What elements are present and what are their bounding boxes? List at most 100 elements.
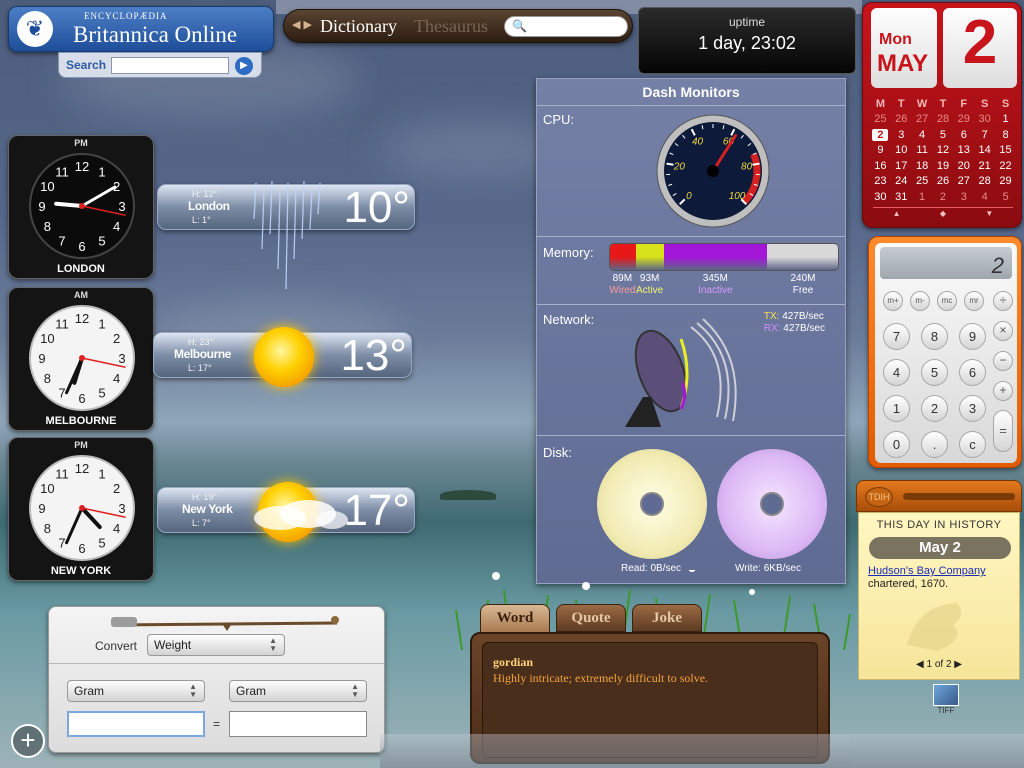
from-value-input[interactable] [67, 711, 205, 737]
calc-key-5[interactable]: 5 [921, 359, 948, 386]
history-pagination: ◀ 1 of 2 ▶ [859, 659, 1019, 670]
calc-key-mc[interactable]: mc [937, 291, 957, 311]
tab-thesaurus[interactable]: Thesaurus [414, 16, 488, 37]
divider [537, 435, 845, 436]
calendar-day-cell[interactable]: 17 [891, 158, 912, 174]
calendar-grid: MTWTFSS 25 26 27 28 29 30 1 2 3 4 5 6 7 8 9 10 11 12 13 14 1… [870, 96, 1016, 205]
calendar-prev-icon[interactable]: ▲ [893, 209, 901, 219]
calc-key-3[interactable]: 3 [959, 395, 986, 422]
calc-key-4[interactable]: 4 [883, 359, 910, 386]
calendar-day-cell[interactable]: 28 [974, 174, 995, 190]
calc-key-divide[interactable]: ÷ [993, 291, 1013, 311]
calendar-day-cell[interactable]: 22 [995, 158, 1016, 174]
calendar-day-cell[interactable]: 13 [953, 143, 974, 159]
calendar-day-cell[interactable]: 1 [995, 112, 1016, 128]
clock-numeral: 5 [98, 386, 105, 401]
calendar-day-cell[interactable]: 2 [870, 127, 891, 143]
calc-key-subtract[interactable]: − [993, 351, 1013, 371]
calendar-day-cell[interactable]: 7 [974, 127, 995, 143]
calc-key-dot[interactable]: . [921, 431, 948, 458]
tab-dictionary[interactable]: Dictionary [320, 16, 397, 37]
calendar-day-cell[interactable]: 2 [933, 189, 954, 205]
calendar-day-cell[interactable]: 30 [870, 189, 891, 205]
calc-key-multiply[interactable]: × [993, 321, 1013, 341]
add-widget-button[interactable]: + [11, 724, 45, 758]
calendar-day-cell[interactable]: 3 [953, 189, 974, 205]
calendar-day-cell[interactable]: 11 [912, 143, 933, 159]
calendar-today-icon[interactable]: ◆ [940, 209, 946, 219]
calendar-day-cell[interactable]: 23 [870, 174, 891, 190]
category-select[interactable]: Weight ▲ ▼ [147, 634, 285, 656]
calendar-day-cell[interactable]: 16 [870, 158, 891, 174]
history-prev-icon[interactable]: ◀ [916, 659, 924, 670]
weather-high: H: 19° [192, 492, 218, 502]
calendar-day-cell[interactable]: 25 [912, 174, 933, 190]
calc-key-clear[interactable]: c [959, 431, 986, 458]
calendar-day-cell[interactable]: 25 [870, 112, 891, 128]
calendar-day-cell[interactable]: 15 [995, 143, 1016, 159]
calc-key-8[interactable]: 8 [921, 323, 948, 350]
calendar-day-cell[interactable]: 29 [953, 112, 974, 128]
calc-key-0[interactable]: 0 [883, 431, 910, 458]
calendar-widget[interactable]: Mon MAY 2 MTWTFSS 25 26 27 28 29 30 1 2 3 4 5 6 7 8 9 1… [862, 2, 1022, 228]
cpu-gauge-tick-label: 40 [692, 137, 704, 148]
from-unit-select[interactable]: Gram ▲ ▼ [67, 680, 205, 702]
calendar-day-cell[interactable]: 19 [933, 158, 954, 174]
britannica-widget[interactable]: ❦ ENCYCLOPÆDIA Britannica Online [8, 6, 274, 52]
dictionary-search-input[interactable]: 🔍 [504, 16, 628, 37]
calendar-day-cell[interactable]: 27 [953, 174, 974, 190]
dash-title: Dash Monitors [642, 84, 740, 100]
calendar-day-cell[interactable]: 30 [974, 112, 995, 128]
tab-word[interactable]: Word [480, 604, 550, 634]
weather-widget-melbourne[interactable]: H: 23° Melbourne L: 17° 13° [153, 327, 412, 387]
calc-key-mr[interactable]: mr [964, 291, 984, 311]
calendar-day-cell[interactable]: 8 [995, 127, 1016, 143]
tab-joke[interactable]: Joke [632, 604, 702, 632]
weather-widget-london[interactable]: H: 12° London L: 1° 10° [157, 180, 415, 290]
britannica-search-input[interactable] [111, 57, 229, 74]
calc-key-mminus[interactable]: m- [910, 291, 930, 311]
disk-write-icon [717, 449, 827, 559]
go-arrow-icon[interactable]: ▶ [235, 57, 253, 75]
calendar-day-cell[interactable]: 20 [953, 158, 974, 174]
history-next-icon[interactable]: ▶ [954, 659, 962, 670]
calendar-day-cell[interactable]: 14 [974, 143, 995, 159]
calc-key-add[interactable]: + [993, 381, 1013, 401]
calendar-day-cell[interactable]: 4 [974, 189, 995, 205]
calendar-day-cell[interactable]: 26 [891, 112, 912, 128]
calendar-day-cell[interactable]: 18 [912, 158, 933, 174]
calendar-next-icon[interactable]: ▼ [985, 209, 993, 219]
calendar-day-cell[interactable]: 1 [912, 189, 933, 205]
calc-key-1[interactable]: 1 [883, 395, 910, 422]
calendar-day-cell[interactable]: 28 [933, 112, 954, 128]
calendar-day-cell[interactable]: 26 [933, 174, 954, 190]
tiff-file-icon[interactable]: TIFF [930, 684, 962, 722]
history-event-link[interactable]: Hudson's Bay Company [868, 565, 986, 577]
calendar-day-cell[interactable]: 24 [891, 174, 912, 190]
calendar-day-cell[interactable]: 27 [912, 112, 933, 128]
calendar-day-cell[interactable]: 5 [995, 189, 1016, 205]
calendar-day-cell[interactable]: 3 [891, 127, 912, 143]
to-value-input[interactable] [229, 711, 367, 737]
history-arrows-icon[interactable]: ◀ ▶ [292, 18, 312, 31]
tiff-thumbnail [933, 684, 959, 706]
tab-quote[interactable]: Quote [556, 604, 626, 632]
calendar-day-cell[interactable]: 12 [933, 143, 954, 159]
calc-key-equals[interactable]: = [993, 410, 1013, 452]
calendar-day-cell[interactable]: 21 [974, 158, 995, 174]
to-unit-select[interactable]: Gram ▲ ▼ [229, 680, 367, 702]
calendar-day-cell[interactable]: 29 [995, 174, 1016, 190]
calendar-day-cell[interactable]: 5 [933, 127, 954, 143]
calc-key-9[interactable]: 9 [959, 323, 986, 350]
weather-widget-new-york[interactable]: H: 19° New York L: 7° 17° [157, 482, 415, 542]
calendar-day-cell[interactable]: 4 [912, 127, 933, 143]
calc-key-2[interactable]: 2 [921, 395, 948, 422]
calendar-day-cell[interactable]: 9 [870, 143, 891, 159]
calc-key-6[interactable]: 6 [959, 359, 986, 386]
calendar-day-cell[interactable]: 31 [891, 189, 912, 205]
clock-numeral: 3 [118, 351, 125, 366]
calc-key-7[interactable]: 7 [883, 323, 910, 350]
calc-key-mplus[interactable]: m+ [883, 291, 903, 311]
calendar-day-cell[interactable]: 10 [891, 143, 912, 159]
calendar-day-cell[interactable]: 6 [953, 127, 974, 143]
